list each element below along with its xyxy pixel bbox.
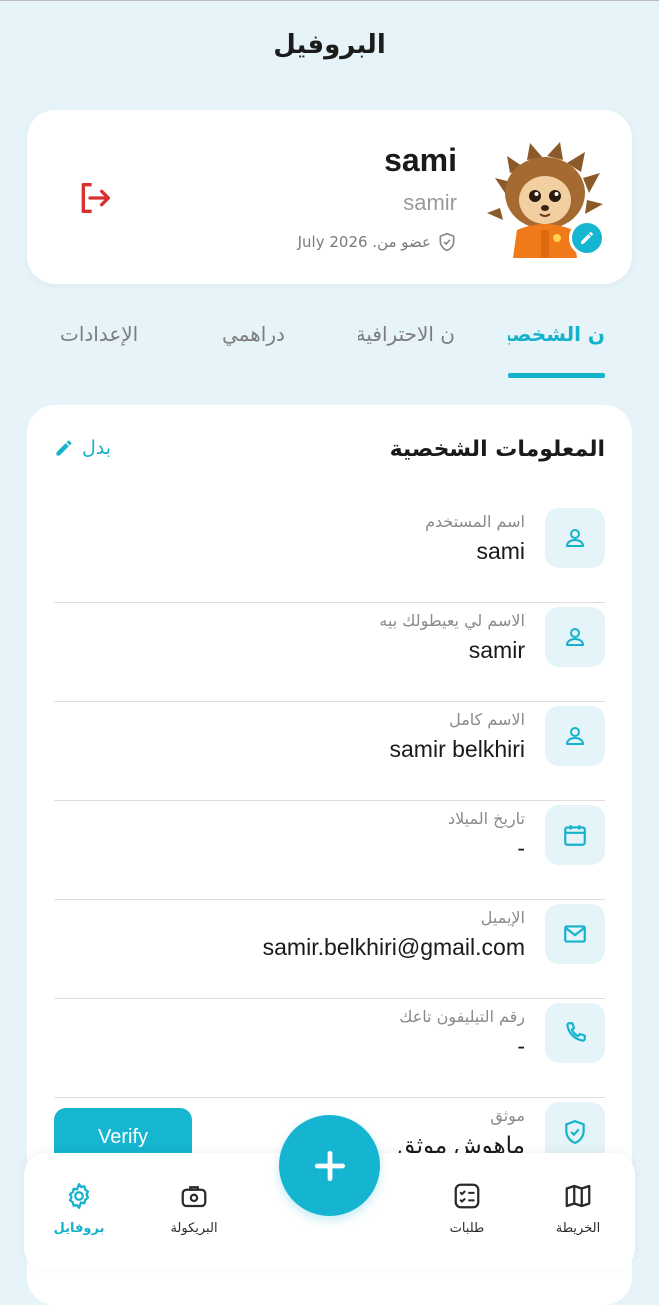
- mail-icon: [545, 904, 605, 964]
- phone-icon: [545, 1003, 605, 1063]
- page-title: البروفيل: [273, 30, 386, 60]
- gear-icon: [68, 1183, 90, 1209]
- field-value: samir: [468, 637, 525, 663]
- field-row-email: الإيميل samir.belkhiri@gmail.com: [54, 900, 605, 999]
- field-label: الإيميل: [480, 908, 525, 927]
- member-since-text: عضو من. July 2026: [297, 233, 431, 251]
- nav-item-map[interactable]: الخريطة: [533, 1181, 623, 1236]
- nav-label: طلبات: [449, 1221, 485, 1236]
- nav-label: الخريطة: [555, 1221, 601, 1236]
- edit-info-label: بدل: [82, 437, 112, 459]
- shield-check-icon: [439, 232, 455, 252]
- nav-item-jobs[interactable]: البريكولة: [149, 1181, 239, 1236]
- nav-item-requests[interactable]: طلبات: [422, 1181, 512, 1236]
- add-button[interactable]: [279, 1115, 380, 1216]
- field-row-birthdate: تاريخ الميلاد -: [54, 801, 605, 900]
- tab-settings[interactable]: الإعدادات: [60, 322, 138, 346]
- field-label: تاريخ الميلاد: [448, 809, 525, 828]
- nav-item-profile[interactable]: بروفايل: [34, 1181, 124, 1236]
- checklist-icon: [454, 1183, 480, 1209]
- field-label: الاسم كامل: [449, 710, 525, 729]
- map-icon: [565, 1184, 591, 1208]
- field-label: رقم التيليفون تاعك: [399, 1007, 525, 1026]
- profile-display-name: sami: [384, 142, 457, 178]
- field-label: اسم المستخدم: [425, 512, 525, 531]
- field-value: sami: [476, 538, 525, 564]
- pencil-icon: [581, 231, 593, 244]
- logout-button[interactable]: [75, 178, 115, 218]
- logout-icon: [81, 183, 111, 213]
- member-since: عضو من. July 2026: [298, 232, 457, 252]
- tab-personal-info[interactable]: ن الشخصية: [508, 322, 605, 346]
- user-icon: [545, 508, 605, 568]
- nav-label: البريكولة: [170, 1221, 218, 1236]
- field-value: samir belkhiri: [389, 736, 525, 762]
- field-row-phone: رقم التيليفون تاعك -: [54, 999, 605, 1098]
- tab-my-money[interactable]: دراهمي: [222, 322, 285, 346]
- field-row-nickname: الاسم لي يعيطولك بيه samir: [54, 603, 605, 702]
- profile-tabs: ن الشخصية ن الاحترافية دراهمي الإعدادات: [0, 318, 659, 380]
- active-tab-indicator: [508, 373, 605, 378]
- user-icon: [545, 607, 605, 667]
- field-row-full-name: الاسم كامل samir belkhiri: [54, 702, 605, 801]
- section-title: المعلومات الشخصية: [389, 437, 605, 462]
- profile-card: sami samir عضو من. July 2026: [27, 110, 632, 284]
- profile-username: samir: [403, 190, 457, 215]
- nav-label: بروفايل: [53, 1221, 105, 1236]
- edit-avatar-button[interactable]: [569, 220, 605, 256]
- top-divider: [0, 0, 659, 1]
- field-label: الاسم لي يعيطولك بيه: [379, 611, 525, 630]
- calendar-icon: [545, 805, 605, 865]
- edit-info-button[interactable]: بدل: [54, 437, 111, 459]
- user-icon: [545, 706, 605, 766]
- field-value: samir.belkhiri@gmail.com: [262, 934, 525, 960]
- briefcase-icon: [181, 1186, 207, 1208]
- field-row-username: اسم المستخدم sami: [54, 504, 605, 603]
- field-label: موثق: [490, 1106, 525, 1125]
- plus-icon: [314, 1150, 345, 1181]
- tab-professional-info[interactable]: ن الاحترافية: [358, 322, 455, 346]
- field-value: -: [517, 835, 525, 861]
- field-value: -: [517, 1033, 525, 1059]
- pencil-icon: [56, 440, 72, 456]
